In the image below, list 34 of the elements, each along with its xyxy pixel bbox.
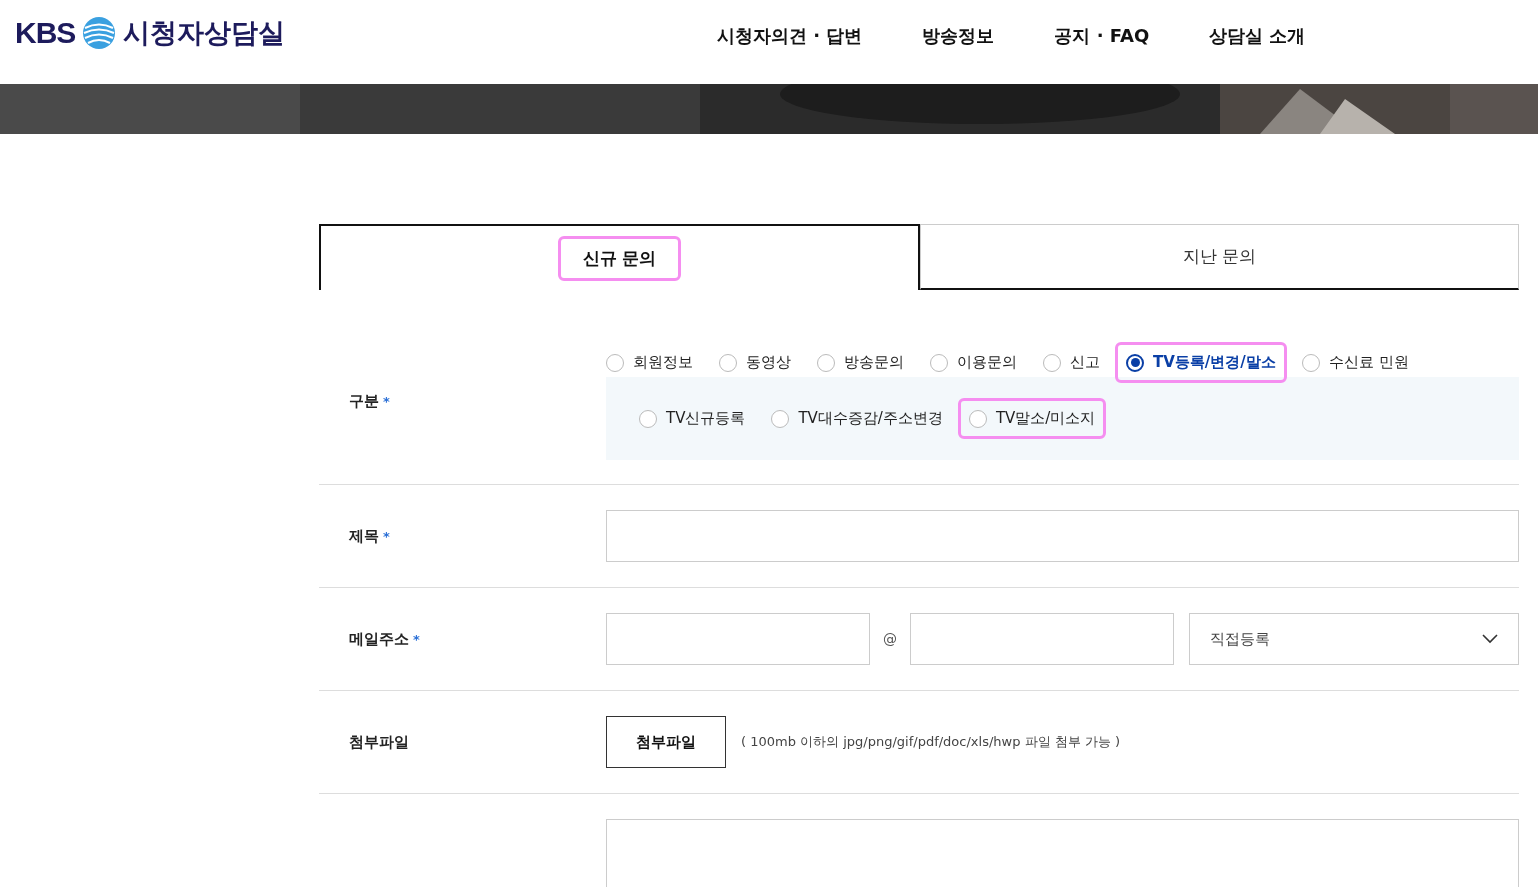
logo-title[interactable]: 시청자상담실	[123, 15, 286, 51]
radio-option[interactable]: TV신규등록	[628, 398, 757, 439]
field-label: 제목	[349, 526, 379, 545]
tab[interactable]: 지난 문의	[920, 224, 1519, 290]
email-domain-field[interactable]	[910, 613, 1174, 665]
radio-option[interactable]: 신고	[1032, 342, 1111, 383]
attachment-note: ( 100mb 이하의 jpg/png/gif/pdf/doc/xls/hwp 파일 첨부 가능 )	[741, 733, 1120, 751]
radio-option[interactable]: 이용문의	[919, 342, 1028, 383]
radio-option[interactable]: TV대수증감/주소변경	[760, 398, 954, 439]
content-text-area[interactable]	[606, 819, 1519, 887]
field-label: 첨부파일	[349, 732, 409, 751]
nav-link[interactable]: 상담실 소개	[1209, 24, 1306, 48]
at-sign: @	[882, 631, 898, 647]
required-mark: *	[383, 393, 390, 409]
title-input-field[interactable]	[606, 510, 1519, 562]
field-label: 구분	[349, 391, 379, 410]
radio-option[interactable]: TV말소/미소지	[957, 398, 1107, 439]
globe-logo-icon	[81, 15, 118, 51]
radio-option[interactable]: 수신료 민원	[1290, 342, 1420, 383]
attach-file-button[interactable]: 첨부파일	[606, 716, 726, 768]
domain-dropdown[interactable]: 직접등록	[1189, 613, 1519, 665]
chevron-down-icon	[1482, 634, 1498, 644]
nav-link[interactable]: 시청자의견 · 답변	[717, 24, 863, 48]
field-label: 메일주소	[349, 629, 409, 648]
radio-option[interactable]: 회원정보	[603, 342, 704, 383]
radio-option[interactable]: 동영상	[708, 342, 802, 383]
required-mark: *	[413, 631, 420, 647]
nav-link[interactable]: 공지 · FAQ	[1054, 24, 1150, 48]
logo-brand[interactable]: KBS	[15, 16, 76, 50]
required-mark: *	[383, 528, 390, 544]
tab[interactable]: 신규 문의	[319, 224, 920, 290]
radio-option[interactable]: 방송문의	[806, 342, 915, 383]
nav-link[interactable]: 방송정보	[922, 24, 995, 48]
email-id-field[interactable]	[606, 613, 870, 665]
